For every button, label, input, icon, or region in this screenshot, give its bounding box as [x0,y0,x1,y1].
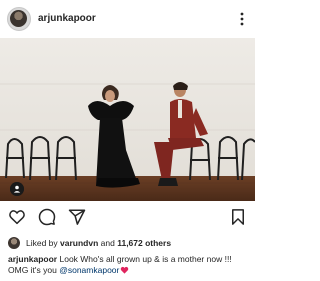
bookmark-icon[interactable] [229,208,247,226]
caption-text-2: OMG it's you [8,265,60,275]
paper-plane-icon[interactable] [68,208,86,226]
user-tag-icon[interactable] [10,182,24,196]
liker-avatar[interactable] [8,237,20,249]
caption-mention[interactable]: @sonamkapoor [59,265,119,275]
liker-username[interactable]: varundvn [60,238,98,248]
caption-line-2: OMG it's you @sonamkapoor [8,265,253,276]
avatar-photo [10,10,27,27]
post-header: arjunkapoor [0,0,255,38]
likes-prefix: Liked by [26,238,61,248]
caption-text-1: Look Who's all grown up & is a mother no… [57,254,232,264]
likes-middle: and [98,238,118,248]
likes-summary: Liked by varundvn and 11,672 others [8,237,248,250]
likes-count[interactable]: 11,672 others [117,238,171,248]
more-options-icon[interactable] [237,10,247,28]
profile-avatar[interactable] [7,7,31,31]
post-username[interactable]: arjunkapoor [38,13,96,24]
heart-icon[interactable] [8,208,26,226]
post-caption: arjunkapoor Look Who's all grown up & is… [8,254,253,276]
caption-line-1: arjunkapoor Look Who's all grown up & is… [8,254,253,265]
red-heart-emoji [121,266,129,274]
post-photo[interactable] [0,38,255,201]
action-bar [0,206,255,228]
caption-username[interactable]: arjunkapoor [8,254,57,264]
likes-text: Liked by varundvn and 11,672 others [26,238,171,248]
comment-icon[interactable] [38,208,56,226]
